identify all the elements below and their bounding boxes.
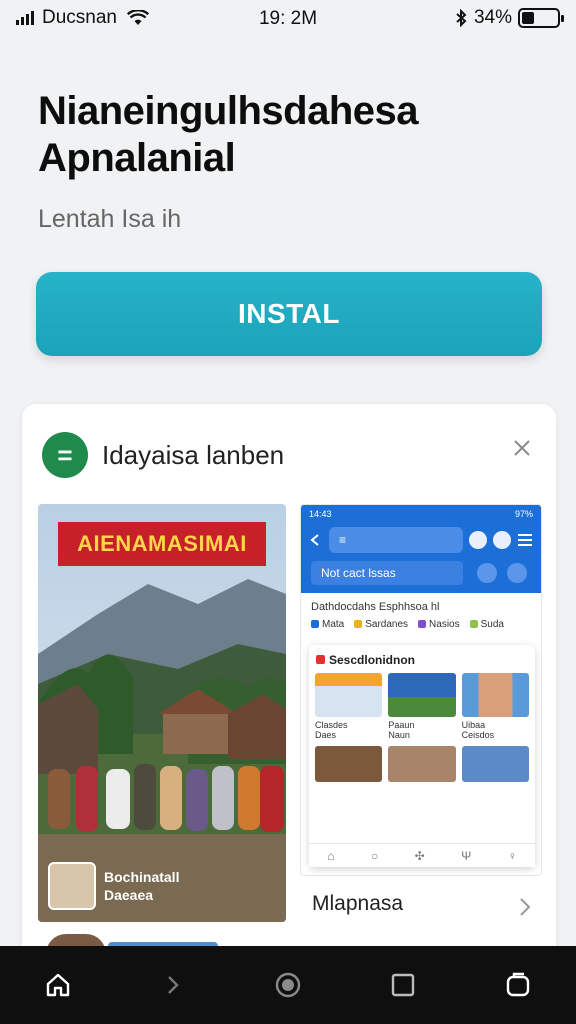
photo-caption: Bochinatall Daeaea xyxy=(48,862,179,910)
phone-header: 14:43 97% ≡ Not cact lssas xyxy=(301,505,541,593)
phone-status-right: 97% xyxy=(514,509,533,519)
phone-field-icon xyxy=(507,563,527,583)
phone-fork-icon: Ψ xyxy=(461,848,472,863)
square-icon[interactable] xyxy=(389,971,417,999)
back-icon xyxy=(310,534,319,546)
phone-item-image xyxy=(388,746,456,782)
forward-icon[interactable] xyxy=(159,971,187,999)
phone-item-image xyxy=(315,673,383,717)
phone-panel: Sescdlonidnon Clasdes Daes Paaun Naun Ui… xyxy=(309,645,535,867)
phone-grid-icon: ✣ xyxy=(414,848,425,863)
app-card: = Idayaisa lanben AIENAMASIMAI Bochinata… xyxy=(22,404,556,964)
phone-chat-icon: ○ xyxy=(370,848,379,863)
phone-field: Not cact lssas xyxy=(311,561,463,585)
phone-chip: Sardanes xyxy=(354,619,408,630)
screenshot-phone[interactable]: 14:43 97% ≡ Not cact lssas Dathdocdahs E… xyxy=(300,504,542,876)
caption-thumbnail xyxy=(48,862,96,910)
menu-icon xyxy=(518,534,532,546)
wifi-icon xyxy=(127,10,149,25)
phone-item-image xyxy=(461,746,529,782)
list-item-label[interactable]: Mlapnasa xyxy=(312,892,542,916)
phone-action-icon xyxy=(493,531,511,549)
phone-item-image xyxy=(461,673,529,717)
phone-chip: Suda xyxy=(470,619,504,630)
page-subtitle: Lentah Isa ih xyxy=(38,205,182,233)
phone-status-bar: 14:43 97% xyxy=(301,505,541,523)
circle-icon[interactable] xyxy=(274,971,302,999)
install-button[interactable]: INSTAL xyxy=(36,272,542,356)
phone-toolbar: ≡ xyxy=(309,527,533,553)
status-bar: Ducsnan 19: 2M 34% xyxy=(0,0,576,36)
phone-panel-item: Clasdes Daes xyxy=(315,673,383,740)
recents-icon[interactable] xyxy=(504,971,532,999)
photo-banner: AIENAMASIMAI xyxy=(58,522,266,566)
phone-field-icon xyxy=(477,563,497,583)
phone-chip: Nasios xyxy=(418,619,460,630)
chevron-right-icon[interactable] xyxy=(518,896,532,918)
page-title: Nianeingulhsdahesa Apnalanial xyxy=(38,89,418,181)
battery-icon xyxy=(518,8,564,28)
phone-chip: Mata xyxy=(311,619,344,630)
caption-line1: Bochinatall xyxy=(104,868,180,885)
app-card-header: = Idayaisa lanben xyxy=(42,432,284,478)
screenshot-photo[interactable]: AIENAMASIMAI Bochinatall Daeaea xyxy=(38,504,286,922)
battery-percent: 34% xyxy=(473,7,512,28)
caption-line2: Daeaea xyxy=(104,887,154,903)
phone-item-image xyxy=(388,673,456,717)
app-name: Idayaisa lanben xyxy=(102,439,285,470)
phone-text-line: Dathdocdahs Esphhsoa hl xyxy=(311,601,440,613)
phone-search-bar: ≡ xyxy=(329,527,463,553)
home-icon[interactable] xyxy=(44,971,72,999)
signal-icon xyxy=(16,11,34,25)
phone-profile-icon: ♀ xyxy=(507,848,517,863)
phone-item-image xyxy=(315,746,383,782)
carrier-name: Ducsnan xyxy=(42,7,117,28)
bluetooth-icon xyxy=(456,9,467,27)
phone-panel-item: Uibaa Ceisdos xyxy=(461,673,529,740)
app-icon: = xyxy=(42,432,88,478)
phone-status-time: 14:43 xyxy=(309,509,332,519)
phone-action-icon xyxy=(469,531,487,549)
village-photo-image xyxy=(38,504,286,922)
phone-bottom-nav: ⌂ ○ ✣ Ψ ♀ xyxy=(309,843,535,867)
bottom-nav-bar xyxy=(0,946,576,1024)
phone-home-icon: ⌂ xyxy=(327,848,335,863)
close-icon[interactable] xyxy=(510,436,534,460)
phone-panel-title: Sescdlonidnon xyxy=(309,645,535,673)
phone-panel-item: Paaun Naun xyxy=(388,673,456,740)
phone-chip-row: Mata Sardanes Nasios Suda xyxy=(301,617,541,632)
